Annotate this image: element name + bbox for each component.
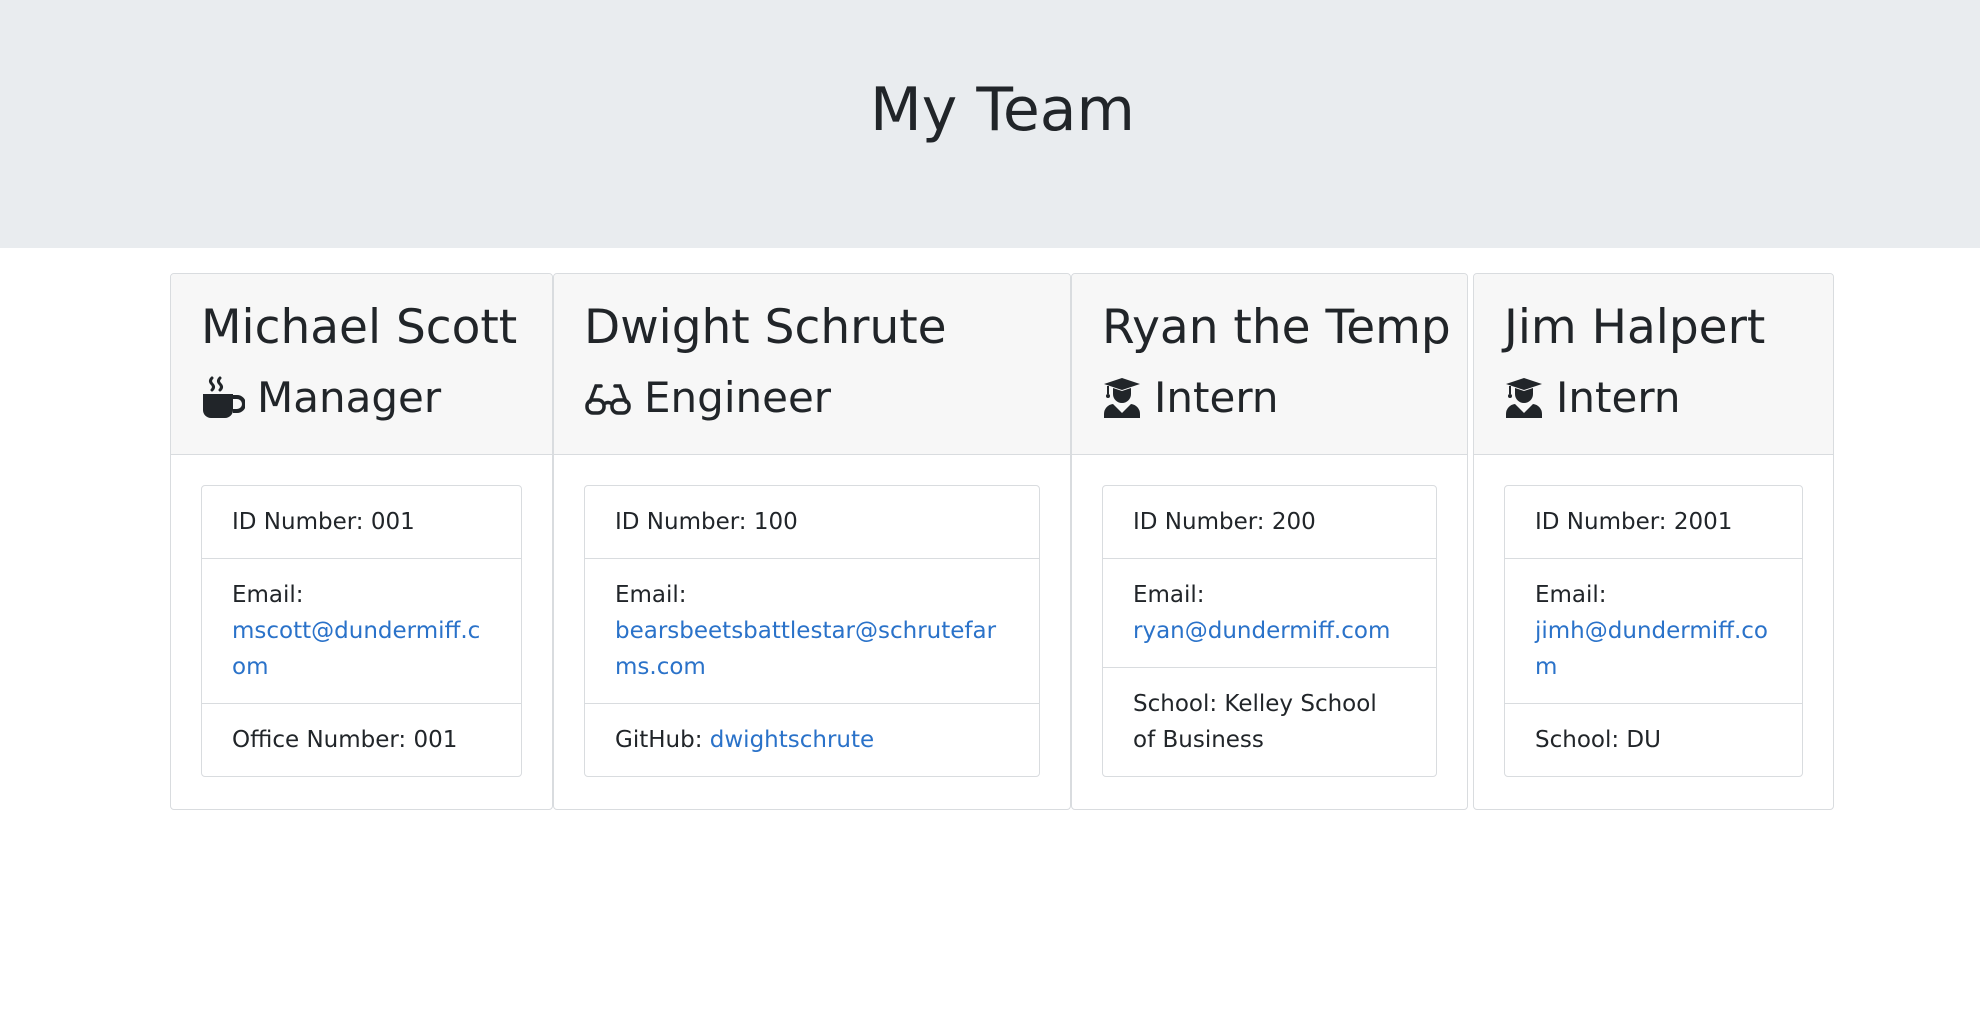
- card-header: Ryan the Temp Intern: [1072, 274, 1467, 455]
- card-header: Dwight Schrute Engineer: [554, 274, 1070, 455]
- id-number: ID Number: 100: [585, 486, 1039, 559]
- employee-card: Dwight Schrute Engineer ID Number: 100 E…: [553, 273, 1071, 810]
- email-link[interactable]: mscott@dundermiff.com: [232, 618, 480, 680]
- graduate-icon: [1504, 376, 1544, 420]
- glasses-icon: [584, 376, 632, 420]
- school-item: School: DU: [1535, 727, 1661, 753]
- email-label: Email:: [232, 582, 304, 608]
- github-label: GitHub:: [615, 727, 710, 753]
- email-link[interactable]: jimh@dundermiff.com: [1535, 618, 1768, 680]
- email-item: Email: bearsbeetsbattlestar@schrutefarms…: [585, 559, 1039, 704]
- id-number: ID Number: 200: [1103, 486, 1436, 559]
- email-item: Email: jimh@dundermiff.com: [1505, 559, 1802, 704]
- role-row: Manager: [201, 368, 441, 428]
- github-link[interactable]: dwightschrute: [710, 727, 874, 753]
- employee-name: Michael Scott: [201, 300, 518, 355]
- card-header: Michael Scott Manager: [171, 274, 552, 455]
- email-item: Email: mscott@dundermiff.com: [202, 559, 521, 704]
- employee-role: Intern: [1556, 373, 1681, 422]
- id-number: ID Number: 001: [202, 486, 521, 559]
- employee-role: Intern: [1154, 373, 1279, 422]
- id-number: ID Number: 2001: [1505, 486, 1802, 559]
- graduate-icon: [1102, 376, 1142, 420]
- role-row: Intern: [1504, 368, 1680, 428]
- employee-name: Ryan the Temp: [1102, 300, 1451, 355]
- role-row: Intern: [1102, 368, 1278, 428]
- email-label: Email:: [615, 582, 687, 608]
- email-link[interactable]: ryan@dundermiff.com: [1133, 618, 1390, 644]
- employee-details: ID Number: 2001 Email: jimh@dundermiff.c…: [1504, 485, 1803, 777]
- employee-role: Engineer: [644, 373, 832, 422]
- school-item: School: Kelley School of Business: [1133, 691, 1377, 753]
- github-item: GitHub: dwightschrute: [585, 704, 1039, 776]
- employee-card: Ryan the Temp Intern ID Number: 200 Emai…: [1071, 273, 1468, 810]
- email-label: Email:: [1535, 582, 1607, 608]
- email-item: Email: ryan@dundermiff.com: [1103, 559, 1436, 668]
- page-title: My Team: [870, 75, 1135, 145]
- card-header: Jim Halpert Intern: [1474, 274, 1833, 455]
- email-link[interactable]: bearsbeetsbattlestar@schrutefarms.com: [615, 618, 996, 680]
- email-label: Email:: [1133, 582, 1205, 608]
- mug-icon: [201, 376, 245, 420]
- employee-card: Jim Halpert Intern ID Number: 2001 Email…: [1473, 273, 1834, 810]
- role-row: Engineer: [584, 368, 831, 428]
- page-header: My Team: [0, 0, 1980, 248]
- employee-name: Jim Halpert: [1504, 300, 1766, 355]
- employee-details: ID Number: 001 Email: mscott@dundermiff.…: [201, 485, 522, 777]
- office-number: Office Number: 001: [232, 727, 458, 753]
- employee-details: ID Number: 100 Email: bearsbeetsbattlest…: [584, 485, 1040, 777]
- employee-card: Michael Scott Manager ID Number: 001 Ema…: [170, 273, 553, 810]
- employee-role: Manager: [257, 373, 442, 422]
- employee-name: Dwight Schrute: [584, 300, 947, 355]
- employee-details: ID Number: 200 Email: ryan@dundermiff.co…: [1102, 485, 1437, 777]
